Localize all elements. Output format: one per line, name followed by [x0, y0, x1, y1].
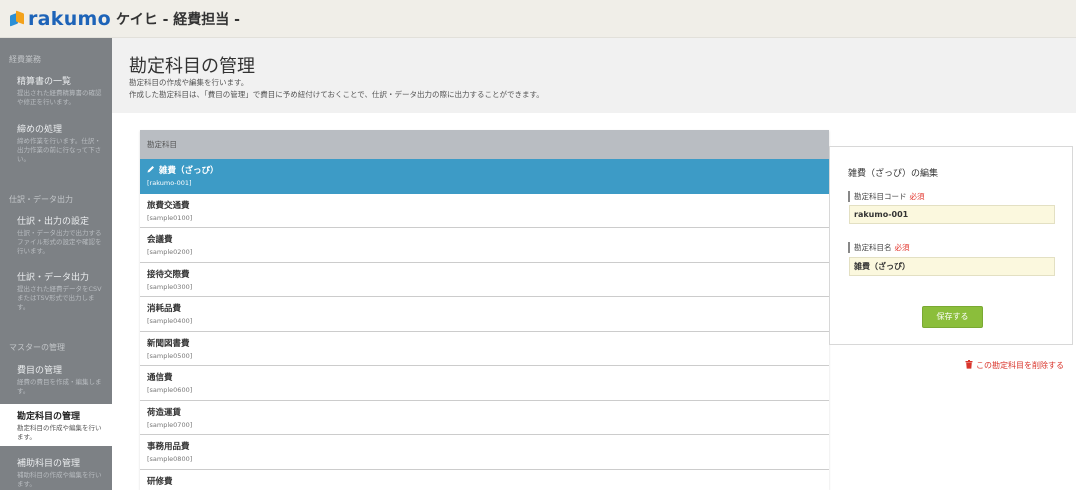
sidebar-item-accounts[interactable]: 勘定科目の管理 勘定科目の作成や編集を行います。: [0, 404, 112, 446]
list-item[interactable]: 消耗品費 [sample0400]: [140, 297, 829, 332]
list-item-name: 雑費（ざっぴ）: [159, 166, 219, 176]
list-item-name-wrap: 雑費（ざっぴ）: [147, 164, 829, 176]
account-name-label-text: 勘定科目名: [854, 243, 892, 252]
list-item-name: 旅費交通費: [147, 200, 190, 211]
list-item-code: [rakumo-001]: [147, 179, 192, 187]
sidebar-item-desc: 提出された経費精算書の確認や修正を行います。: [17, 89, 102, 106]
edit-title: 雑費（ざっぴ）の編集: [848, 169, 939, 179]
sidebar-item-label: 補助科目の管理: [17, 459, 81, 469]
sidebar-item-desc: 経費の費目を作成・編集します。: [17, 378, 102, 395]
sidebar-item-label: 仕訳・データ出力: [17, 273, 90, 283]
list-item-code: [sample0500]: [147, 351, 193, 360]
list-item-code: [sample0400]: [147, 317, 193, 325]
sidebar-item-report-list[interactable]: 精算書の一覧 提出された経費精算書の確認や修正を行います。: [0, 74, 112, 107]
sidebar-item-label: 費目の管理: [17, 366, 63, 376]
page-description-detail: 作成した勘定科目は、「費目の管理」で費目に予め紐付けておくことで、仕訳・データ出…: [129, 90, 544, 99]
sidebar-item-desc: 仕訳・データ出力で出力するファイル形式の設定や確認を行います。: [17, 229, 102, 255]
brand-name[interactable]: rakumo: [28, 8, 111, 30]
account-name-input[interactable]: 雑費（ざっぴ）: [849, 257, 1055, 276]
sidebar-item-output-settings[interactable]: 仕訳・出力の設定 仕訳・データ出力で出力するファイル形式の設定や確認を行います。: [0, 214, 112, 256]
required-badge: 必須: [909, 192, 925, 201]
rakumo-logo-icon: [10, 10, 24, 26]
sidebar-item-label: 締めの処理: [17, 125, 63, 135]
list-item-selected[interactable]: 雑費（ざっぴ） [rakumo-001]: [140, 159, 829, 194]
delete-label: この勘定科目を削除する: [976, 361, 1064, 370]
sidebar-section-expense-work: 経費業務: [9, 55, 41, 64]
list-item-name: 消耗品費: [147, 304, 182, 314]
save-button[interactable]: 保存する: [922, 306, 983, 328]
page-description: 勘定科目の作成や編集を行います。: [129, 78, 249, 87]
sidebar-item-label: 勘定科目の管理: [17, 412, 81, 422]
sidebar-item-expense-items[interactable]: 費目の管理 経費の費目を作成・編集します。: [0, 363, 112, 396]
list-item[interactable]: 荷造運賃 [sample0700]: [140, 401, 829, 435]
sidebar-item-sub-accounts[interactable]: 補助科目の管理 補助科目の作成や編集を行います。: [0, 456, 112, 489]
list-header: 勘定科目: [140, 130, 829, 159]
sidebar-item-desc: 締め作業を行います。仕訳・出力作業の前に行なって下さい。: [17, 137, 102, 163]
sidebar-item-data-output[interactable]: 仕訳・データ出力 提出された経費データをCSVまたはTSV形式で出力します。: [0, 270, 112, 312]
list-item-code: [sample0200]: [147, 248, 193, 256]
account-name-label: 勘定科目名 必須: [848, 242, 910, 253]
account-code-input[interactable]: rakumo-001: [849, 205, 1055, 224]
list-item[interactable]: 会議費 [sample0200]: [140, 228, 829, 263]
top-bar: rakumo ケイヒ - 経費担当 -: [0, 0, 1076, 38]
list-item[interactable]: 事務用品費 [sample0800]: [140, 435, 829, 470]
list-item-name: 研修費: [147, 476, 173, 487]
list-item-name: 事務用品費: [147, 442, 190, 452]
sidebar-item-label: 仕訳・出力の設定: [17, 217, 90, 227]
list-item[interactable]: 通信費 [sample0600]: [140, 366, 829, 401]
sidebar-item-desc: 勘定科目の作成や編集を行います。: [17, 424, 102, 441]
list-item-name: 会議費: [147, 235, 173, 245]
sidebar: 経費業務 精算書の一覧 提出された経費精算書の確認や修正を行います。 締めの処理…: [0, 38, 112, 490]
list-item[interactable]: 研修費: [140, 470, 829, 490]
list-item-code: [sample0600]: [147, 386, 193, 394]
account-code-label: 勘定科目コード 必須: [848, 191, 925, 202]
list-item-name: 通信費: [147, 373, 173, 383]
list-item[interactable]: 新聞図書費 [sample0500]: [140, 332, 829, 366]
app-name: ケイヒ - 経費担当 -: [116, 11, 240, 28]
required-badge: 必須: [894, 243, 910, 252]
list-item-code: [sample0300]: [147, 282, 193, 291]
list-item-name: 新聞図書費: [147, 338, 190, 349]
pencil-icon: [147, 165, 155, 176]
list-item-name: 荷造運賃: [147, 407, 182, 418]
sidebar-item-desc: 提出された経費データをCSVまたはTSV形式で出力します。: [17, 285, 102, 311]
trash-icon: [965, 360, 973, 371]
sidebar-item-desc: 補助科目の作成や編集を行います。: [17, 471, 102, 488]
account-list: 勘定科目 雑費（ざっぴ） [rakumo-001] 旅費交通費 [sample0…: [140, 130, 829, 490]
list-item[interactable]: 接待交際費 [sample0300]: [140, 263, 829, 297]
list-item-code: [sample0800]: [147, 455, 193, 463]
list-item-code: [sample0100]: [147, 213, 193, 222]
list-item-code: [sample0700]: [147, 420, 193, 429]
delete-account-link[interactable]: この勘定科目を削除する: [965, 360, 1064, 371]
sidebar-item-label: 精算書の一覧: [17, 77, 72, 87]
sidebar-section-journal-output: 仕訳・データ出力: [9, 195, 73, 204]
edit-panel: 雑費（ざっぴ）の編集 勘定科目コード 必須 rakumo-001 勘定科目名 必須 …: [829, 146, 1073, 345]
list-item-name: 接待交際費: [147, 269, 190, 280]
page-title: 勘定科目の管理: [129, 56, 255, 77]
sidebar-section-master: マスターの管理: [9, 343, 65, 352]
sidebar-item-closing[interactable]: 締めの処理 締め作業を行います。仕訳・出力作業の前に行なって下さい。: [0, 122, 112, 164]
list-item[interactable]: 旅費交通費 [sample0100]: [140, 194, 829, 228]
account-code-label-text: 勘定科目コード: [854, 192, 907, 201]
